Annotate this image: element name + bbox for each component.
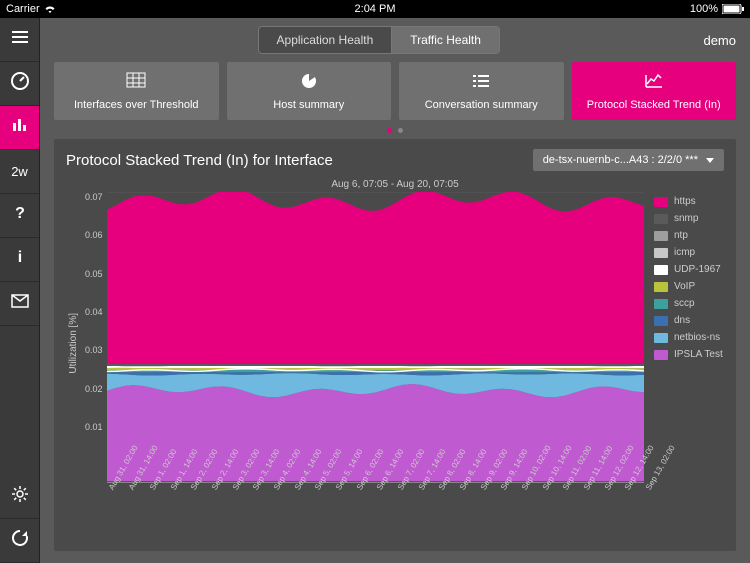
legend-label: IPSLA Test <box>674 349 723 360</box>
legend-label: netbios-ns <box>674 332 720 343</box>
panel-title: Protocol Stacked Trend (In) for Interfac… <box>66 152 333 169</box>
sidebar-item-stats[interactable] <box>0 106 39 150</box>
tile-conversation-summary[interactable]: Conversation summary <box>399 62 564 120</box>
gauge-icon <box>10 71 30 96</box>
legend-label: icmp <box>674 247 695 258</box>
menu-icon <box>10 27 30 52</box>
sidebar-item-help[interactable]: ? <box>0 194 39 238</box>
tile-label: Host summary <box>273 99 344 111</box>
sidebar-item-settings[interactable] <box>0 475 39 519</box>
chart-area: Utilization [%] 0.070.060.050.040.030.02… <box>66 192 644 545</box>
tile-protocol-trend-in[interactable]: Protocol Stacked Trend (In) <box>572 62 737 120</box>
main-content: Application Health Traffic Health demo I… <box>40 18 750 563</box>
chevron-down-icon <box>706 158 714 163</box>
line-chart-icon <box>644 72 664 95</box>
svg-text:i: i <box>17 249 21 266</box>
battery-icon <box>722 4 744 14</box>
tile-interfaces-threshold[interactable]: Interfaces over Threshold <box>54 62 219 120</box>
legend-label: dns <box>674 315 690 326</box>
legend-swatch <box>654 197 668 207</box>
tile-label: Conversation summary <box>425 99 538 111</box>
legend-swatch <box>654 231 668 241</box>
legend-item[interactable]: IPSLA Test <box>654 349 724 360</box>
sidebar-item-mail[interactable] <box>0 282 39 326</box>
mail-icon <box>10 291 30 316</box>
interface-select[interactable]: de-tsx-nuernb-c...A43 : 2/2/0 *** <box>533 149 724 171</box>
chart-plot[interactable] <box>107 192 644 483</box>
sidebar-item-refresh[interactable] <box>0 519 39 563</box>
legend-item[interactable]: netbios-ns <box>654 332 724 343</box>
tab-application-health[interactable]: Application Health <box>259 27 392 53</box>
tile-label: Protocol Stacked Trend (In) <box>587 99 721 111</box>
legend-item[interactable]: snmp <box>654 213 724 224</box>
sidebar: 2w ? i <box>0 18 40 563</box>
sidebar-item-info[interactable]: i <box>0 238 39 282</box>
y-axis-label: Utilization [%] <box>66 313 81 374</box>
x-axis-ticks: Aug 31, 02:00Aug 31, 14:00Sep 1, 02:00Se… <box>107 483 644 545</box>
legend-label: ntp <box>674 230 688 241</box>
legend-label: https <box>674 196 696 207</box>
svg-text:?: ? <box>15 205 25 222</box>
page-dot[interactable] <box>387 128 392 133</box>
legend-item[interactable]: https <box>654 196 724 207</box>
sidebar-item-dashboard[interactable] <box>0 62 39 106</box>
chart-legend: https snmp ntp icmp UDP-1967 VoIP sccp dns netbi… <box>644 192 724 545</box>
list-icon <box>471 72 491 95</box>
legend-swatch <box>654 333 668 343</box>
legend-swatch <box>654 282 668 292</box>
pie-icon <box>299 72 319 95</box>
legend-item[interactable]: UDP-1967 <box>654 264 724 275</box>
legend-item[interactable]: ntp <box>654 230 724 241</box>
legend-swatch <box>654 299 668 309</box>
timerange-label: 2w <box>11 164 28 179</box>
legend-item[interactable]: VoIP <box>654 281 724 292</box>
legend-item[interactable]: sccp <box>654 298 724 309</box>
gear-icon <box>10 484 30 509</box>
device-status-bar: Carrier 2:04 PM 100% <box>0 0 750 18</box>
legend-label: snmp <box>674 213 698 224</box>
help-icon: ? <box>10 203 30 228</box>
legend-swatch <box>654 350 668 360</box>
legend-swatch <box>654 214 668 224</box>
battery-pct: 100% <box>690 3 718 15</box>
legend-label: sccp <box>674 298 695 309</box>
user-label: demo <box>703 33 736 48</box>
legend-label: UDP-1967 <box>674 264 721 275</box>
bars-icon <box>10 115 30 140</box>
legend-swatch <box>654 316 668 326</box>
tab-traffic-health[interactable]: Traffic Health <box>391 27 499 53</box>
tile-label: Interfaces over Threshold <box>74 99 199 111</box>
header: Application Health Traffic Health demo <box>40 18 750 62</box>
refresh-icon <box>10 528 30 553</box>
y-axis-ticks: 0.070.060.050.040.030.020.01 <box>81 192 107 432</box>
tile-host-summary[interactable]: Host summary <box>227 62 392 120</box>
health-segmented-control: Application Health Traffic Health <box>258 26 500 54</box>
wifi-icon <box>44 4 56 14</box>
grid-icon <box>126 72 146 95</box>
chart-range-label: Aug 6, 07:05 - Aug 20, 07:05 <box>66 179 724 190</box>
legend-item[interactable]: dns <box>654 315 724 326</box>
clock: 2:04 PM <box>252 3 498 15</box>
info-icon: i <box>10 247 30 272</box>
legend-label: VoIP <box>674 281 695 292</box>
interface-selected-label: de-tsx-nuernb-c...A43 : 2/2/0 *** <box>543 154 698 166</box>
legend-swatch <box>654 248 668 258</box>
legend-item[interactable]: icmp <box>654 247 724 258</box>
sidebar-item-timerange[interactable]: 2w <box>0 150 39 194</box>
page-dot[interactable] <box>398 128 403 133</box>
chart-panel: Protocol Stacked Trend (In) for Interfac… <box>54 139 736 551</box>
legend-swatch <box>654 265 668 275</box>
sidebar-item-menu[interactable] <box>0 18 39 62</box>
summary-tiles: Interfaces over Threshold Host summary C… <box>40 62 750 126</box>
carrier-label: Carrier <box>6 3 40 15</box>
page-dots <box>40 126 750 139</box>
